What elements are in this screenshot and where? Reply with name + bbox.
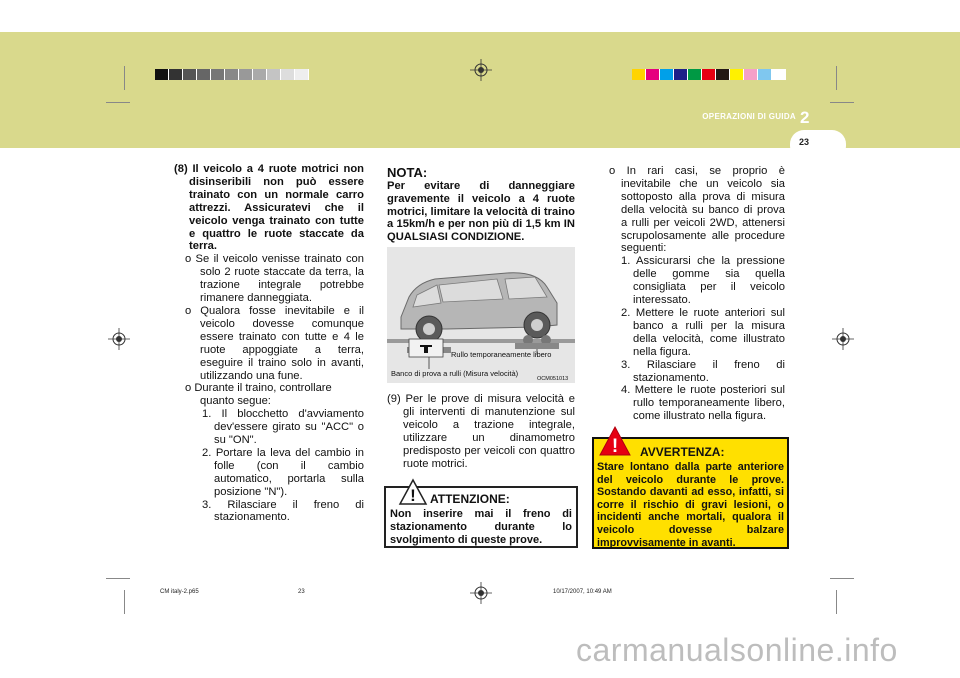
dyno-step-2: 2. Mettere le ruote anteriori sul banco … [621,306,785,358]
color-swatch [744,69,758,80]
watermark: carmanualsonline.info [576,632,898,668]
footer-date: 10/17/2007, 10:49 AM [553,589,612,595]
attention-box: ! ATTENZIONE: Non inserire mai il freno … [384,478,578,548]
registration-mark-icon [108,328,130,350]
color-swatch [646,69,660,80]
footer-page: 23 [298,589,305,595]
footer-file: CM italy-2.p65 [160,589,199,595]
towing-step-3: 3. Rilasciare il freno di stazionamento. [202,498,364,524]
attention-text: Non inserire mai il freno di stazionamen… [390,508,572,546]
dyno-step-3: 3. Rilasciare il freno di stazionamento. [621,358,785,384]
color-swatch [632,69,646,80]
roller-label: Rullo temporaneamente libero [451,350,552,359]
dyno-step-1: 1. Assicurarsi che la pressione delle go… [621,255,785,307]
registration-mark-icon [470,582,492,604]
towing-step-1: 1. Il blocchetto d'avviamento dev'essere… [202,408,364,447]
dyno-bullet: o In rari casi, se proprio è inevitabile… [609,165,785,255]
towing-bullet-2: o Qualora fosse inevitabile e il veicolo… [185,304,364,382]
svg-text:!: ! [612,436,618,457]
color-swatch [281,69,295,80]
registration-mark-icon [470,59,492,81]
column-1: (8) Il veicolo a 4 ruote motrici non dis… [174,163,364,524]
color-swatch [758,69,772,80]
nota-title: NOTA: [387,165,428,180]
attention-title: ATTENZIONE: [430,492,510,506]
dynamometer-figure: Rullo temporaneamente libero Banco di pr… [387,247,575,383]
dyno-step-4: 4. Mettere le ruote posteriori sul rullo… [621,384,785,423]
color-swatch [169,69,183,80]
towing-heading: (8) Il veicolo a 4 ruote motrici non dis… [174,163,364,253]
towing-bullet-1: o Se il veicolo venisse trainato con sol… [185,253,364,305]
color-swatch [660,69,674,80]
chapter-number: 2 [800,108,810,127]
registration-mark-icon [832,328,854,350]
color-calibration-strip [632,69,786,80]
color-swatch [183,69,197,80]
towing-bullet-3: o Durante il traino, controllare quanto … [185,382,332,408]
color-swatch [730,69,744,80]
color-swatch [295,69,309,80]
color-swatch [716,69,730,80]
color-swatch [225,69,239,80]
page-number: 23 [799,137,810,147]
color-swatch [253,69,267,80]
color-swatch [239,69,253,80]
section-title: OPERAZIONI DI GUIDA [702,112,796,121]
warning-triangle-icon: ! [398,478,428,505]
nota-text: Per evitare di danneggiare gravemente il… [387,180,575,244]
color-swatch [211,69,225,80]
svg-text:!: ! [410,486,416,505]
column-3: o In rari casi, se proprio è inevitabile… [609,165,785,423]
warning-box: ! AVVERTENZA: Stare lontano dalla parte … [592,425,789,549]
dynamometer-label: Banco di prova a rulli (Misura velocità) [391,369,519,378]
column-2: NOTA: Per evitare di danneggiare graveme… [387,165,575,244]
color-swatch [702,69,716,80]
figure-code: OCM051013 [537,376,569,382]
color-swatch [197,69,211,80]
gray-calibration-strip [155,69,309,80]
warning-text: Stare lontano dalla parte anteriore del … [597,461,784,549]
suv-on-dynamometer-illustration [387,272,575,369]
color-swatch [772,69,786,80]
color-swatch [688,69,702,80]
item-9: (9) Per le prove di misura velocità e gl… [387,393,575,470]
color-swatch [267,69,281,80]
towing-step-2: 2. Portare la leva del cambio in folle (… [202,446,364,498]
color-swatch [674,69,688,80]
danger-triangle-icon: ! [599,425,631,457]
warning-title: AVVERTENZA: [640,445,725,459]
color-swatch [155,69,169,80]
